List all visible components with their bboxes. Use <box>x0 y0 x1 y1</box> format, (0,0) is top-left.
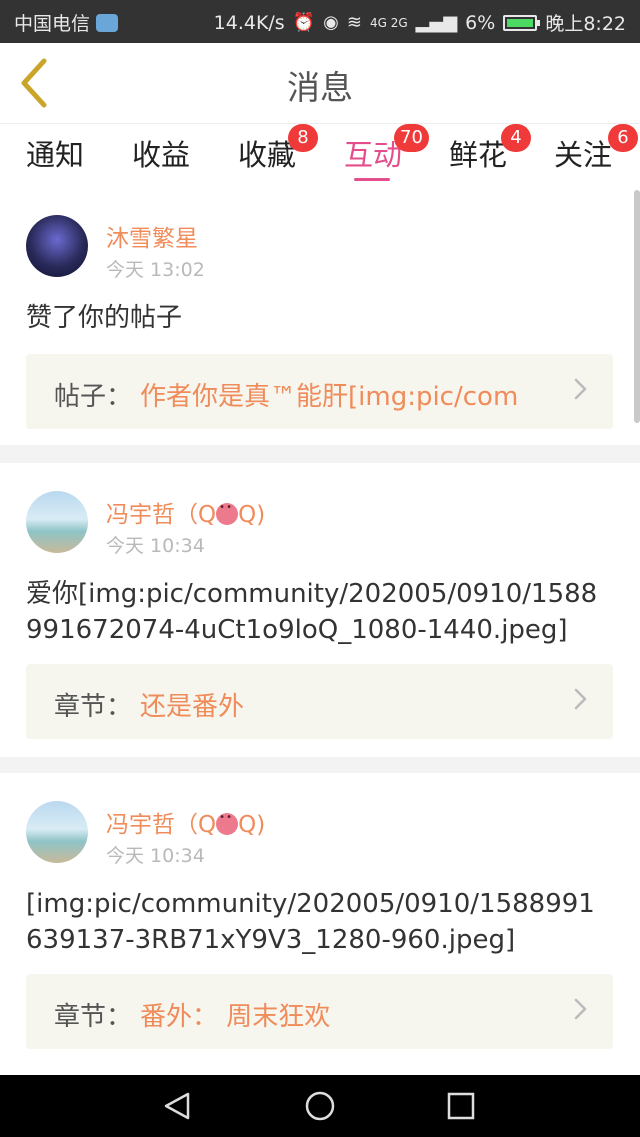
home-circle-icon[interactable] <box>303 1091 337 1121</box>
pig-emoji-icon <box>216 502 239 525</box>
message-text: [img:pic/community/202005/0910/158899163… <box>26 889 595 955</box>
tab-badge: 6 <box>608 124 638 152</box>
navigation-bar <box>0 1075 640 1137</box>
eye-icon: ◉ <box>323 11 339 33</box>
active-tab-indicator <box>354 178 390 181</box>
username-text: Q) <box>238 502 266 528</box>
tab-following[interactable]: 关注 6 <box>554 124 638 174</box>
scrollbar[interactable] <box>634 190 640 423</box>
page-title: 消息 <box>287 68 353 107</box>
avatar[interactable] <box>26 801 88 863</box>
avatar[interactable] <box>26 491 88 553</box>
tab-badge: 8 <box>288 124 318 152</box>
timestamp: 今天 10:34 <box>106 845 205 867</box>
ref-label: 章节： <box>54 692 133 722</box>
tab-interactions[interactable]: 互动 70 <box>344 124 429 174</box>
ref-label: 章节： <box>54 1002 133 1032</box>
message-text: 赞了你的帖子 <box>26 303 183 333</box>
battery-percent: 6% <box>465 11 496 34</box>
recents-square-icon[interactable] <box>446 1091 476 1121</box>
timestamp: 今天 13:02 <box>106 259 205 281</box>
ref-value: 还是番外 <box>140 692 245 722</box>
tab-label: 收益 <box>132 138 191 172</box>
cloud-icon <box>96 13 119 32</box>
network-speed: 14.4K/s <box>213 11 285 34</box>
username[interactable]: 冯宇哲（Q Q) <box>106 495 265 529</box>
message-list[interactable]: 沐雪繁星 今天 13:02 赞了你的帖子 帖子： 作者你是真™能肝[img:pi… <box>0 187 640 1075</box>
tab-notifications[interactable]: 通知 <box>26 132 84 174</box>
list-item: 冯宇哲（Q Q) 今天 10:34 [img:pic/community/2020… <box>0 773 640 1075</box>
username[interactable]: 冯宇哲（Q Q) <box>106 805 265 839</box>
tab-bar: 通知 收益 收藏 8 互动 70 鲜花 4 关注 6 <box>0 123 640 187</box>
chevron-right-icon <box>574 688 587 710</box>
tab-label: 关注 <box>554 138 613 172</box>
tab-badge: 4 <box>501 124 531 152</box>
ref-label: 帖子： <box>54 382 133 412</box>
chevron-right-icon <box>574 378 587 400</box>
reference-card[interactable]: 帖子： 作者你是真™能肝[img:pic/com <box>26 354 613 429</box>
tab-label: 通知 <box>26 138 85 172</box>
tab-badge: 70 <box>394 124 429 152</box>
header: 消息 <box>0 43 640 123</box>
tab-flowers[interactable]: 鲜花 4 <box>449 124 531 174</box>
network-type: 4G 2G <box>369 15 408 30</box>
username-text: 冯宇哲（Q <box>106 812 217 838</box>
tab-label: 收藏 <box>238 138 297 172</box>
clock: 晚上8:22 <box>545 13 626 35</box>
ref-value: 作者你是真™能肝[img:pic/com <box>140 382 519 412</box>
battery-icon <box>503 14 541 31</box>
reference-card[interactable]: 章节： 番外： 周末狂欢 <box>26 974 613 1049</box>
reference-card[interactable]: 章节： 还是番外 <box>26 664 613 739</box>
username-text: 冯宇哲（Q <box>106 502 217 528</box>
list-item: 沐雪繁星 今天 13:02 赞了你的帖子 帖子： 作者你是真™能肝[img:pi… <box>0 187 640 445</box>
status-right: 14.4K/s ⏰ ◉ ≋ 4G 2G ▂▄▆ 6% 晚上8:22 <box>214 9 626 36</box>
alarm-icon: ⏰ <box>292 11 316 33</box>
carrier-label: 中国电信 <box>14 13 91 35</box>
pig-emoji-icon <box>216 812 239 835</box>
username-text: Q) <box>238 812 266 838</box>
avatar[interactable] <box>26 215 88 277</box>
timestamp: 今天 10:34 <box>106 535 205 557</box>
tab-earnings[interactable]: 收益 <box>132 132 190 174</box>
chevron-right-icon <box>574 998 587 1020</box>
wifi-icon: ≋ <box>346 11 362 33</box>
tab-favorites[interactable]: 收藏 8 <box>238 124 318 174</box>
username[interactable]: 沐雪繁星 <box>106 219 198 253</box>
status-bar: 中国电信 14.4K/s ⏰ ◉ ≋ 4G 2G ▂▄▆ 6% 晚上8:22 <box>0 0 640 43</box>
tab-label: 互动 <box>344 138 403 172</box>
status-left: 中国电信 <box>14 9 119 36</box>
tab-label: 鲜花 <box>449 138 508 172</box>
list-item: 冯宇哲（Q Q) 今天 10:34 爱你[img:pic/community/20… <box>0 463 640 757</box>
back-triangle-icon[interactable] <box>160 1091 194 1121</box>
ref-value: 番外： 周末狂欢 <box>140 1002 331 1032</box>
message-text: 爱你[img:pic/community/202005/0910/1588991… <box>26 579 598 645</box>
signal-icon: ▂▄▆ <box>415 11 458 33</box>
